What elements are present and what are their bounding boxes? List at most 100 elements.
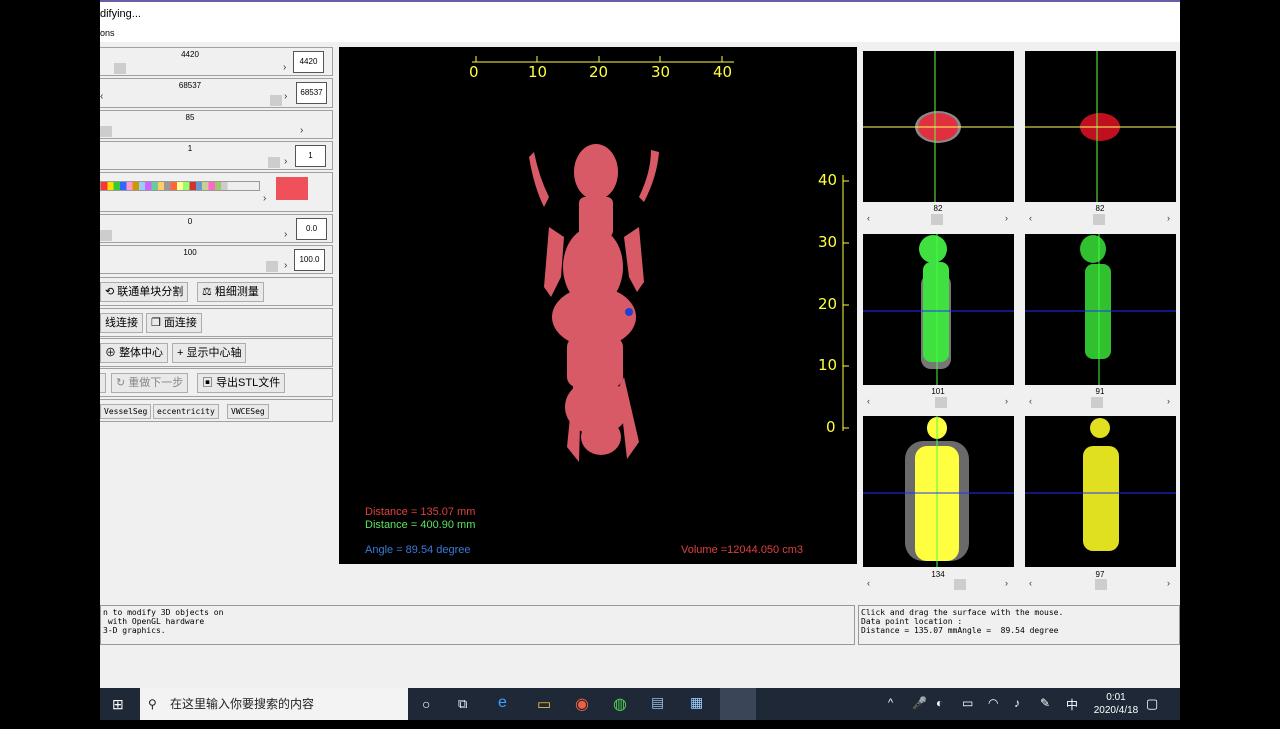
crop-icon: ⟲ (105, 286, 118, 298)
eccentricity-button[interactable]: eccentricity (153, 404, 219, 419)
tray-chevron-icon[interactable]: ^ (888, 697, 893, 729)
slice-scrollbar[interactable]: ‹ › (863, 396, 1014, 409)
palette-right-arrow[interactable]: › (263, 193, 266, 204)
distance-green-readout: Distance = 400.90 mm (365, 519, 476, 531)
face-connect-button[interactable]: ❐ 面连接 (146, 313, 202, 333)
scroll-thumb[interactable] (1093, 214, 1105, 225)
clock[interactable]: 0:01 2020/4/18 (1090, 691, 1142, 723)
side-ruler-tick: 30 (818, 233, 838, 251)
edge-icon[interactable]: e (498, 694, 507, 726)
dicom-viewer-icon[interactable]: ▤ (651, 694, 664, 726)
slider-7-label: 100 (183, 248, 197, 257)
slice-scrollbar[interactable]: ‹ › (1025, 213, 1176, 226)
slice-view-sagittal-seg[interactable] (1025, 234, 1176, 385)
connect-segment-button[interactable]: ⟲ 联通单块分割 (100, 282, 189, 302)
slice-scrollbar[interactable]: ‹ › (863, 213, 1014, 226)
redo-button[interactable]: ↻ 重做下一步 (111, 373, 189, 393)
scroll-thumb[interactable] (931, 214, 943, 225)
scroll-thumb[interactable] (954, 579, 966, 590)
slider-1-right-arrow[interactable]: › (283, 62, 286, 73)
slider-2-right-arrow[interactable]: › (284, 91, 287, 102)
vwce-seg-button[interactable]: VWCESeg (227, 404, 269, 419)
vessel-seg-button[interactable]: VesselSeg (100, 404, 152, 419)
slice-view-coronal-seg[interactable] (1025, 416, 1176, 567)
app-icon[interactable]: ▦ (690, 694, 703, 726)
slice-view-coronal-ct[interactable] (863, 416, 1014, 567)
slider-3-thumb[interactable] (100, 126, 112, 137)
color-palette-row: › (100, 172, 333, 212)
selected-color-swatch[interactable] (276, 177, 308, 200)
scroll-thumb[interactable] (1095, 579, 1107, 590)
slider-2-thumb[interactable] (270, 95, 282, 106)
windows-start-icon[interactable]: ⊞ (112, 696, 124, 728)
slider-4-thumb[interactable] (268, 157, 280, 168)
scroll-right-arrow[interactable]: › (1167, 213, 1170, 223)
title-bar: difying... (100, 0, 1180, 26)
slider-2-left-arrow[interactable]: ‹ (100, 91, 103, 102)
slider-2-value-field[interactable]: 68537 (296, 82, 327, 104)
slider-7-thumb[interactable] (266, 261, 278, 272)
scroll-left-arrow[interactable]: ‹ (867, 213, 870, 223)
fine-measure-label: 粗细测量 (214, 286, 259, 298)
scroll-right-arrow[interactable]: › (1167, 578, 1170, 588)
slice-number: 82 (1095, 204, 1105, 213)
color-palette[interactable] (100, 181, 260, 191)
slider-7-right-arrow[interactable]: › (284, 260, 287, 271)
ime-indicator[interactable]: 中 (1066, 696, 1078, 728)
taskbar-search-box[interactable]: ⚲ 在这里输入你要搜索的内容 (140, 688, 408, 720)
slice-view-axial-ct[interactable] (863, 51, 1014, 202)
slice-scrollbar[interactable]: ‹ › (1025, 578, 1176, 591)
pen-icon[interactable]: ✎ (1040, 696, 1050, 728)
file-explorer-icon[interactable]: ▭ (537, 695, 551, 727)
export-stl-label: 导出STL文件 (216, 377, 281, 389)
undo-button[interactable] (100, 373, 106, 393)
scroll-thumb[interactable] (935, 397, 947, 408)
slider-3-right-arrow[interactable]: › (300, 125, 303, 136)
scroll-left-arrow[interactable]: ‹ (867, 578, 870, 588)
slider-1-thumb[interactable] (114, 63, 126, 74)
scroll-left-arrow[interactable]: ‹ (1029, 213, 1032, 223)
active-app-icon[interactable] (720, 688, 756, 720)
scroll-right-arrow[interactable]: › (1167, 396, 1170, 406)
scroll-right-arrow[interactable]: › (1005, 578, 1008, 588)
slider-4-value-field[interactable]: 1 (295, 145, 326, 167)
tray-app-icon[interactable]: ◐ (936, 696, 943, 728)
chrome-icon[interactable]: ◉ (575, 694, 589, 726)
scroll-left-arrow[interactable]: ‹ (1029, 578, 1032, 588)
side-ruler-tick: 40 (818, 171, 838, 189)
notification-icon[interactable]: ▢ (1146, 696, 1158, 728)
slice-scrollbar[interactable]: ‹ › (863, 578, 1014, 591)
battery-icon[interactable]: ▭ (962, 696, 973, 728)
task-view-icon[interactable]: ⧉ (458, 696, 467, 728)
scroll-left-arrow[interactable]: ‹ (867, 396, 870, 406)
scroll-right-arrow[interactable]: › (1005, 396, 1008, 406)
slider-6-thumb[interactable] (100, 230, 112, 241)
slice-scrollbar[interactable]: ‹ › (1025, 396, 1176, 409)
button-row-1: ⟲ 联通单块分割 ⚖ 粗细测量 (100, 277, 333, 306)
line-connect-button[interactable]: 线连接 (100, 313, 143, 333)
cortana-icon[interactable]: ○ (422, 696, 430, 728)
slider-1-value-field[interactable]: 4420 (293, 51, 324, 73)
wechat-icon[interactable]: ◍ (613, 694, 627, 726)
whole-center-button[interactable]: ⊕ 整体中心 (100, 343, 169, 363)
slider-4-right-arrow[interactable]: › (284, 156, 287, 167)
menu-item-options[interactable]: ons (100, 28, 115, 38)
show-axis-button[interactable]: + 显示中心轴 (172, 343, 247, 363)
slider-6-right-arrow[interactable]: › (284, 229, 287, 240)
slider-6-value-field[interactable]: 0.0 (296, 218, 327, 240)
face-connect-label: 面连接 (163, 317, 197, 329)
slice-number: 134 (931, 570, 945, 579)
slice-view-sagittal-ct[interactable] (863, 234, 1014, 385)
slice-view-axial-seg[interactable] (1025, 51, 1176, 202)
microphone-icon[interactable]: 🎤 (912, 696, 927, 728)
volume-icon[interactable]: ♪ (1014, 696, 1020, 728)
scroll-right-arrow[interactable]: › (1005, 213, 1008, 223)
scroll-left-arrow[interactable]: ‹ (1029, 396, 1032, 406)
export-stl-button[interactable]: ▣ 导出STL文件 (197, 373, 286, 393)
fine-measure-button[interactable]: ⚖ 粗细测量 (197, 282, 264, 302)
3d-viewport[interactable]: 0 10 20 30 40 40 30 20 10 0 Distance = 1… (339, 47, 857, 564)
top-ruler (472, 56, 734, 63)
slider-7-value-field[interactable]: 100.0 (294, 249, 325, 271)
scroll-thumb[interactable] (1091, 397, 1103, 408)
wifi-icon[interactable]: ◠ (988, 696, 998, 728)
